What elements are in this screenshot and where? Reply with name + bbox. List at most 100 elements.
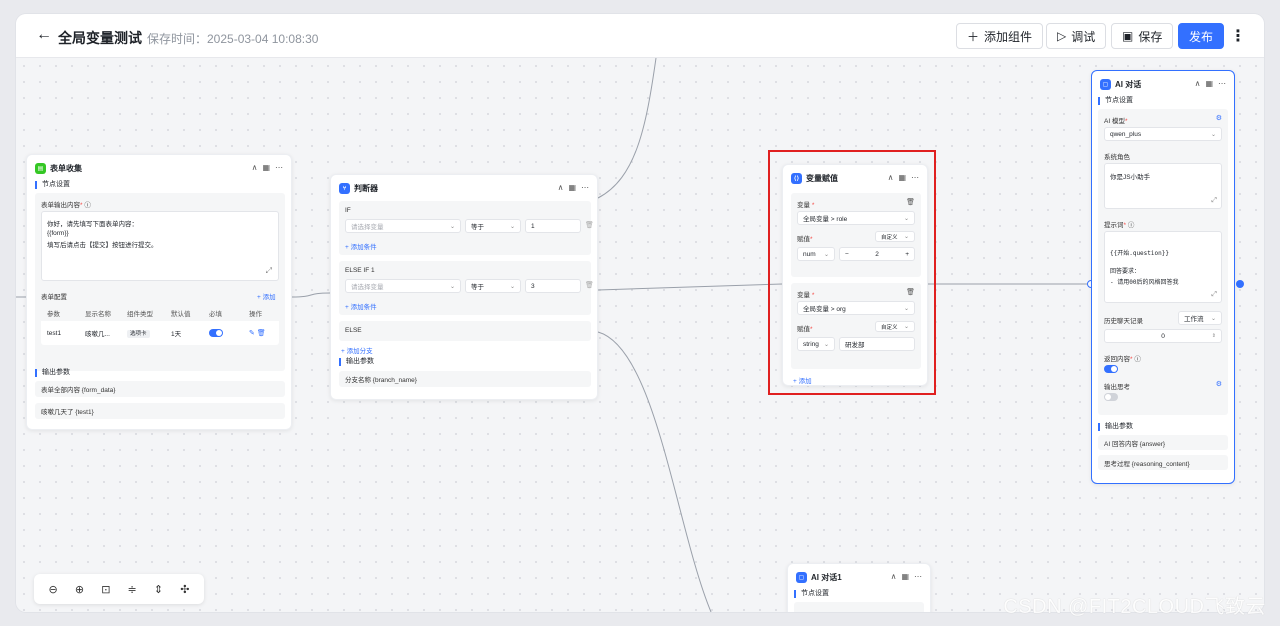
number-stepper[interactable]: −2 + — [839, 247, 915, 261]
think-toggle[interactable] — [1104, 393, 1118, 401]
expand-icon[interactable]: ⤢ — [1211, 290, 1217, 299]
add-field-button[interactable]: + 添加 — [257, 291, 276, 301]
form-config-table: 参数 显示名称 组件类型 默认值 必填 操作 test1 咳嗽几... 选项卡 … — [41, 305, 279, 345]
variable-select[interactable]: 全局变量 > org ⌄ — [797, 301, 915, 315]
ai-chat-node[interactable]: ▢ AI 对话 ∧ ▦ ⋯ 节点设置 AI 模型* ⚙ qwen_plus ⌄ 系统角色… — [1091, 70, 1235, 484]
more-icon[interactable]: ⋯ — [914, 572, 922, 581]
fit-view-icon[interactable]: ⊡ — [101, 583, 110, 596]
output-param: 分支名称 {branch_name} — [339, 371, 591, 387]
else-label: ELSE — [345, 327, 362, 334]
assign-mode-select[interactable]: 自定义 ⌄ — [875, 321, 915, 332]
delete-icon[interactable]: 🗑 — [906, 288, 915, 296]
settings-panel: 表单输出内容* ⓘ 你好，请先填写下面表单内容： {{form}} 填写后请点击… — [35, 193, 285, 371]
flow-canvas[interactable]: ▤ 表单收集 ∧ ▦ ⋯ 节点设置 表单输出内容* ⓘ 你好，请先填写下面表单内容： … — [16, 58, 1264, 612]
variable-select[interactable]: 全局变量 > role ⌄ — [797, 211, 915, 225]
return-content-toggle[interactable] — [1104, 365, 1118, 373]
output-param: 表单全部内容 {form_data} — [35, 381, 285, 397]
assign-item: 变量 * 🗑 全局变量 > role ⌄ 赋值* 自定义 ⌄ num ⌄ −2 + — [791, 193, 921, 277]
expand-all-icon[interactable]: ⇕ — [154, 583, 163, 596]
panel-icon[interactable]: ▦ — [262, 163, 270, 172]
panel-icon[interactable]: ▦ — [1205, 79, 1213, 88]
collapse-icon[interactable]: ∧ — [1195, 79, 1201, 88]
section-title: 节点设置 — [794, 590, 829, 598]
add-branch-button[interactable]: + 添加分支 — [341, 345, 373, 355]
collapse-icon[interactable]: ∧ — [252, 163, 258, 172]
role-textarea[interactable]: 你是JS小助手 ⤢ — [1104, 163, 1222, 209]
form-collect-node[interactable]: ▤ 表单收集 ∧ ▦ ⋯ 节点设置 表单输出内容* ⓘ 你好，请先填写下面表单内容： … — [26, 154, 292, 430]
more-icon[interactable]: ⋯ — [1218, 79, 1226, 88]
delete-icon[interactable]: 🗑 — [585, 221, 594, 229]
section-title: 节点设置 — [35, 181, 70, 189]
assign-label: 赋值* — [797, 326, 813, 333]
panel-icon[interactable]: ▦ — [901, 572, 909, 581]
section-title: 输出参数 — [35, 369, 70, 377]
debug-button[interactable]: ▷ 调试 — [1046, 23, 1107, 49]
operator-select[interactable]: 等于 ⌄ — [465, 279, 521, 293]
else-if-panel: ELSE IF 1 请选择变量 ⌄ 等于 ⌄ 3 🗑 + 添加条件 — [339, 261, 594, 315]
if-label: IF — [345, 207, 351, 214]
variable-select[interactable]: 请选择变量 ⌄ — [345, 279, 461, 293]
return-content-label: 返回内容* ⓘ — [1104, 356, 1141, 363]
watermark: CSDN @FIT2CLOUD飞致云 — [1003, 596, 1266, 618]
history-mode-select[interactable]: 工作流 ⌄ — [1178, 311, 1222, 325]
panel-icon[interactable]: ▦ — [898, 173, 906, 182]
ai-chat-icon: ▢ — [796, 572, 807, 583]
expand-icon[interactable]: ⤢ — [266, 266, 272, 276]
required-toggle[interactable] — [209, 329, 223, 337]
expand-icon[interactable]: ⤢ — [1211, 197, 1217, 205]
publish-button[interactable]: 发布 — [1178, 23, 1225, 49]
more-icon[interactable]: ⋯ — [911, 173, 919, 182]
condition-node[interactable]: ⑂ 判断器 ∧ ▦ ⋯ IF 请选择变量 ⌄ 等于 ⌄ 1 🗑 + 添加条件 ELSE I… — [330, 174, 598, 400]
plus-icon[interactable]: + — [905, 251, 909, 258]
delete-icon[interactable]: 🗑 — [906, 198, 915, 206]
save-time: 保存时间：2025-03-04 10:08:30 — [147, 32, 319, 46]
value-input[interactable]: 3 — [525, 279, 581, 293]
add-condition-button[interactable]: + 添加条件 — [345, 301, 377, 311]
settings-gear-icon[interactable]: ⚙ — [1216, 114, 1222, 122]
assign-item: 变量 * 🗑 全局变量 > org ⌄ 赋值* 自定义 ⌄ string ⌄ 研发部 — [791, 283, 921, 369]
add-condition-button[interactable]: + 添加条件 — [345, 241, 377, 251]
collapse-all-icon[interactable]: ≑ — [128, 583, 137, 596]
more-menu-icon[interactable]: ⋮ — [1230, 26, 1246, 46]
table-header: 参数 显示名称 组件类型 默认值 必填 操作 — [41, 305, 279, 321]
type-select[interactable]: string ⌄ — [797, 337, 835, 351]
variable-label: 变量 * — [797, 202, 815, 209]
save-button[interactable]: ▣ 保存 — [1111, 23, 1174, 49]
output-param: 咳嗽几天了 {test1} — [35, 403, 285, 419]
zoom-out-icon[interactable]: ⊖ — [49, 583, 58, 596]
type-tag: 选项卡 — [127, 330, 150, 338]
else-if-label: ELSE IF 1 — [345, 267, 375, 274]
assign-label: 赋值* — [797, 236, 813, 243]
edit-icon[interactable]: ✎ — [249, 330, 255, 337]
collapse-icon[interactable]: ∧ — [891, 572, 897, 581]
delete-icon[interactable]: 🗑 — [257, 330, 266, 337]
think-label: 输出思考 — [1104, 384, 1130, 391]
value-input[interactable]: 研发部 — [839, 337, 915, 351]
ai-chat-node-2[interactable]: ▢ AI 对话1 ∧ ▦ ⋯ 节点设置 — [787, 563, 931, 612]
output-param: 思考过程 {reasoning_content} — [1098, 455, 1228, 470]
add-assignment-button[interactable]: + 添加 — [793, 375, 812, 385]
variable-assign-node[interactable]: ⟨⟩ 变量赋值 ∧ ▦ ⋯ 变量 * 🗑 全局变量 > role ⌄ 赋值* 自定义 ⌄ … — [782, 164, 928, 386]
collapse-icon[interactable]: ∧ — [558, 183, 564, 192]
auto-layout-icon[interactable]: ✣ — [180, 583, 189, 596]
settings-gear-icon[interactable]: ⚙ — [1216, 380, 1222, 388]
prompt-textarea[interactable]: {{开始.question}} 回答要求： - 请用00后的风格回答我 ⤢ — [1104, 231, 1222, 303]
operator-select[interactable]: 等于 ⌄ — [465, 219, 521, 233]
panel-icon[interactable]: ▦ — [568, 183, 576, 192]
minus-icon[interactable]: − — [845, 251, 849, 258]
more-icon[interactable]: ⋯ — [275, 163, 283, 172]
more-icon[interactable]: ⋯ — [581, 183, 589, 192]
output-content-textarea[interactable]: 你好，请先填写下面表单内容： {{form}} 填写后请点击【提交】按钮进行提交… — [41, 211, 279, 281]
assign-mode-select[interactable]: 自定义 ⌄ — [875, 231, 915, 242]
value-input[interactable]: 1 — [525, 219, 581, 233]
collapse-icon[interactable]: ∧ — [888, 173, 894, 182]
delete-icon[interactable]: 🗑 — [585, 281, 594, 289]
back-arrow-icon[interactable]: ← — [36, 26, 52, 44]
history-count-input[interactable]: 0 ⇕ — [1104, 329, 1222, 343]
add-component-button[interactable]: ＋添加组件 — [956, 23, 1044, 49]
variable-select[interactable]: 请选择变量 ⌄ — [345, 219, 461, 233]
model-select[interactable]: qwen_plus ⌄ — [1104, 127, 1222, 141]
output-param: AI 回答内容 {answer} — [1098, 435, 1228, 450]
type-select[interactable]: num ⌄ — [797, 247, 835, 261]
zoom-in-icon[interactable]: ⊕ — [75, 583, 84, 596]
